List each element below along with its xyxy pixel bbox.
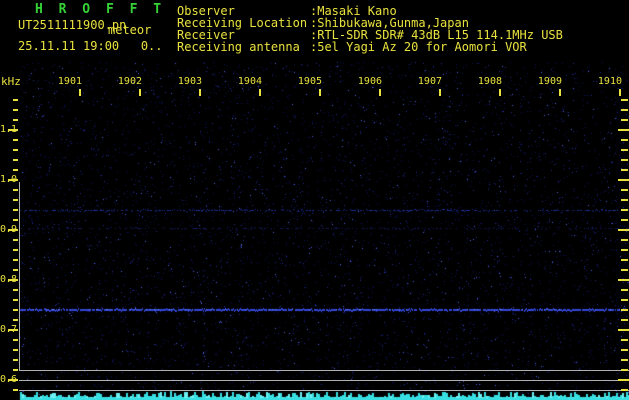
- freq-minor-tick-right: [621, 289, 628, 291]
- freq-minor-tick-left: [13, 149, 18, 151]
- freq-minor-tick-left: [13, 319, 18, 321]
- freq-minor-tick-left: [13, 109, 18, 111]
- time-tick-label: 1906: [357, 76, 382, 87]
- time-tick-mark: [199, 89, 201, 96]
- freq-minor-tick-left: [13, 219, 18, 221]
- freq-minor-tick-right: [621, 339, 628, 341]
- freq-minor-tick-left: [13, 259, 18, 261]
- info-value-antenna: :5el Yagi Az 20 for Aomori VOR: [310, 40, 527, 54]
- time-tick-mark: [439, 89, 441, 96]
- freq-minor-tick-left: [13, 389, 18, 391]
- freq-axis-unit: kHz: [1, 75, 21, 88]
- freq-major-tick-left: [8, 229, 18, 231]
- freq-minor-tick-right: [621, 119, 628, 121]
- freq-major-tick-right: [618, 129, 629, 131]
- freq-minor-tick-left: [13, 359, 18, 361]
- freq-minor-tick-right: [621, 369, 628, 371]
- freq-minor-tick-left: [13, 199, 18, 201]
- freq-minor-tick-left: [13, 269, 18, 271]
- freq-minor-tick-right: [621, 299, 628, 301]
- time-tick-label: 1904: [237, 76, 262, 87]
- freq-minor-tick-left: [13, 299, 18, 301]
- freq-minor-tick-right: [621, 139, 628, 141]
- freq-minor-tick-right: [621, 99, 628, 101]
- freq-minor-tick-left: [13, 239, 18, 241]
- freq-minor-tick-left: [13, 189, 18, 191]
- mode-label: meteor: [108, 23, 152, 37]
- freq-minor-tick-left: [13, 209, 18, 211]
- freq-major-tick-right: [618, 229, 629, 231]
- hrofft-screen: H R O F F T UT2511111900.pn meteor 25.11…: [0, 0, 629, 400]
- freq-major-tick-left: [8, 179, 18, 181]
- app-title: H R O F F T: [35, 2, 166, 17]
- datetime-line: 25.11.11 19:00 0..: [18, 39, 163, 53]
- freq-major-tick-right: [618, 379, 629, 381]
- time-tick-mark: [559, 89, 561, 96]
- freq-major-tick-left: [8, 379, 18, 381]
- freq-minor-tick-right: [621, 149, 628, 151]
- time-tick-mark: [319, 89, 321, 96]
- freq-minor-tick-right: [621, 219, 628, 221]
- time-tick-label: 1901: [57, 76, 82, 87]
- time-tick-mark: [139, 89, 141, 96]
- freq-minor-tick-right: [621, 159, 628, 161]
- freq-minor-tick-right: [621, 269, 628, 271]
- freq-minor-tick-right: [621, 189, 628, 191]
- freq-major-tick-left: [8, 279, 18, 281]
- time-tick-label: 1908: [477, 76, 502, 87]
- time-tick-label: 1903: [177, 76, 202, 87]
- time-tick-mark: [499, 89, 501, 96]
- band-marker-vertical-line: [19, 182, 20, 370]
- freq-minor-tick-left: [13, 159, 18, 161]
- time-tick-mark: [379, 89, 381, 96]
- freq-major-tick-right: [618, 179, 629, 181]
- freq-minor-tick-left: [13, 349, 18, 351]
- freq-minor-tick-right: [621, 109, 628, 111]
- band-marker-line-bottom: [19, 390, 629, 391]
- freq-minor-tick-right: [621, 249, 628, 251]
- freq-minor-tick-left: [13, 139, 18, 141]
- time-tick-label: 1909: [537, 76, 562, 87]
- freq-minor-tick-right: [621, 349, 628, 351]
- freq-minor-tick-right: [621, 389, 628, 391]
- freq-major-tick-left: [8, 329, 18, 331]
- freq-major-tick-right: [618, 279, 629, 281]
- freq-minor-tick-right: [621, 209, 628, 211]
- freq-minor-tick-left: [13, 99, 18, 101]
- spectrogram-canvas: [0, 0, 629, 400]
- freq-minor-tick-right: [621, 309, 628, 311]
- freq-minor-tick-right: [621, 199, 628, 201]
- freq-major-tick-left: [8, 129, 18, 131]
- freq-minor-tick-right: [621, 239, 628, 241]
- time-tick-label: 1910: [597, 76, 622, 87]
- freq-minor-tick-left: [13, 309, 18, 311]
- time-tick-mark: [79, 89, 81, 96]
- freq-minor-tick-left: [13, 289, 18, 291]
- freq-major-tick-right: [618, 329, 629, 331]
- freq-minor-tick-left: [13, 249, 18, 251]
- freq-minor-tick-right: [621, 319, 628, 321]
- band-marker-line-top: [19, 370, 629, 371]
- time-tick-mark: [259, 89, 261, 96]
- freq-minor-tick-right: [621, 169, 628, 171]
- freq-minor-tick-left: [13, 169, 18, 171]
- freq-minor-tick-right: [621, 259, 628, 261]
- freq-minor-tick-left: [13, 369, 18, 371]
- freq-minor-tick-left: [13, 119, 18, 121]
- freq-minor-tick-right: [621, 359, 628, 361]
- time-tick-label: 1902: [117, 76, 142, 87]
- time-tick-mark: [619, 89, 621, 96]
- time-tick-label: 1905: [297, 76, 322, 87]
- info-label-antenna: Receiving antenna: [177, 40, 300, 54]
- freq-minor-tick-left: [13, 339, 18, 341]
- time-tick-label: 1907: [417, 76, 442, 87]
- band-marker-line-mid: [19, 380, 629, 381]
